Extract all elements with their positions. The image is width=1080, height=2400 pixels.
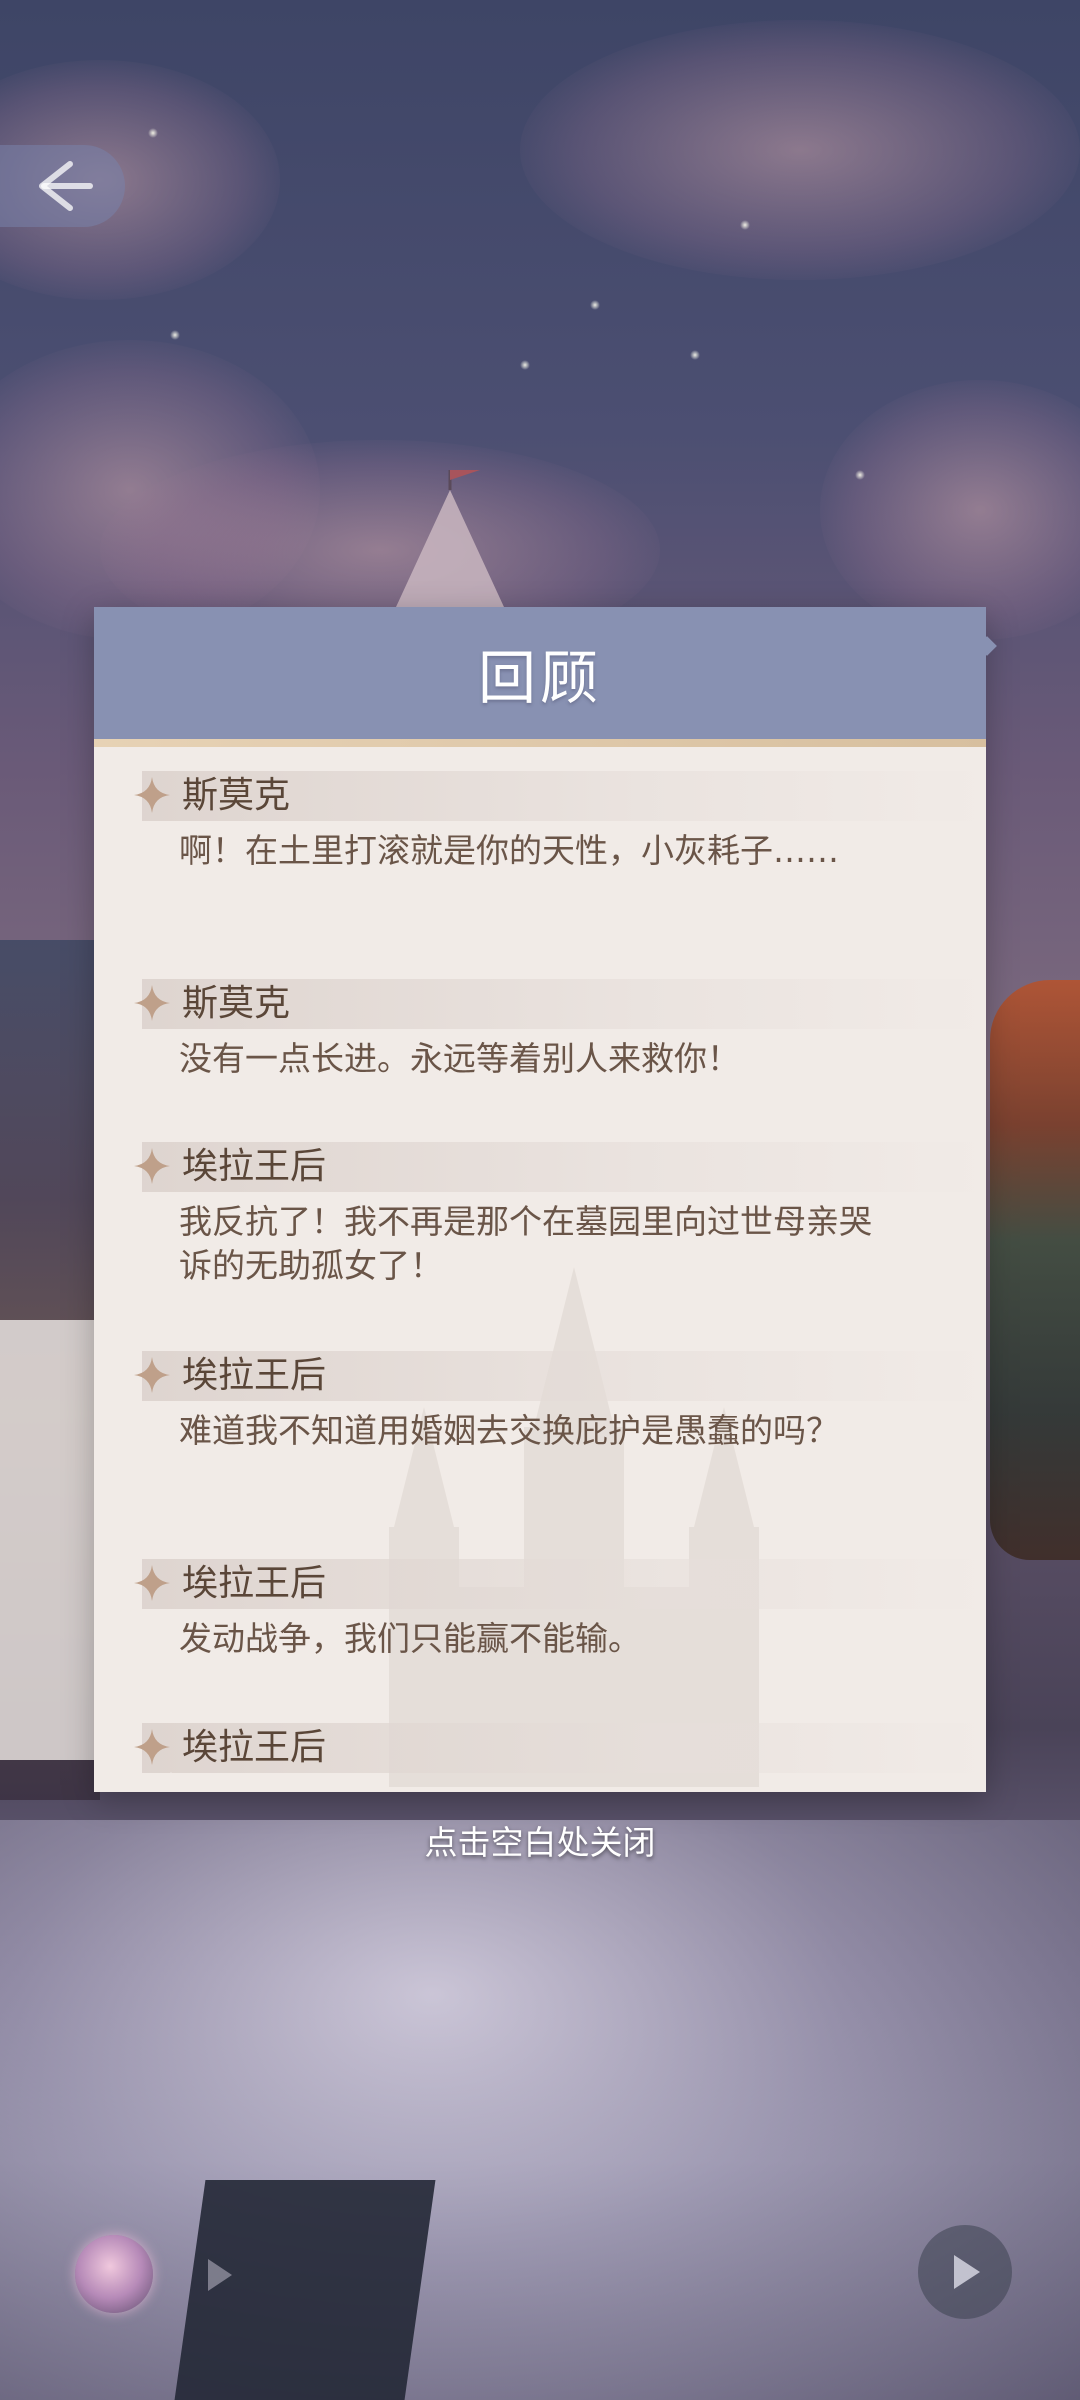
back-arrow-icon bbox=[38, 161, 93, 211]
four-point-star-icon bbox=[134, 1148, 170, 1184]
speaker-row: 斯莫克 bbox=[134, 771, 986, 821]
header-corner-ornament bbox=[977, 636, 997, 656]
snow-field-decoration bbox=[0, 1820, 1080, 2400]
speaker-name: 埃拉王后 bbox=[182, 1727, 327, 1768]
speaker-name: 斯莫克 bbox=[182, 983, 291, 1024]
dialogue-text: 我反抗了！我不再是那个在墓园里向过世母亲哭诉的无助孤女了！ bbox=[179, 1202, 872, 1285]
speaker-name: 埃拉王后 bbox=[182, 1355, 327, 1396]
play-icon bbox=[954, 2255, 980, 2289]
game-scene[interactable]: 回顾 斯莫克 啊！在土里打滚就是你的天性，小灰耗子…… 斯莫克 没有一点长进。永… bbox=[0, 0, 1080, 2400]
speaker-name: 埃拉王后 bbox=[182, 1146, 327, 1187]
dialogue-text: 没有一点长进。永远等着别人来救你！ bbox=[179, 1039, 740, 1078]
dialogue-list[interactable]: 斯莫克 啊！在土里打滚就是你的天性，小灰耗子…… 斯莫克 没有一点长进。永远等着… bbox=[94, 747, 986, 1792]
character-silhouette bbox=[990, 980, 1080, 1560]
dialogue-text: 难道我不知道用婚姻去交换庇护是愚蠢的吗？ bbox=[179, 1411, 839, 1450]
speaker-row: 斯莫克 bbox=[134, 979, 986, 1029]
avatar-button[interactable] bbox=[75, 2235, 153, 2313]
castle-tower-decoration bbox=[390, 470, 510, 620]
speaker-row: 埃拉王后 bbox=[134, 1559, 986, 1609]
speaker-name: 斯莫克 bbox=[182, 775, 291, 816]
four-point-star-icon bbox=[134, 1729, 170, 1765]
speaker-row: 埃拉王后 bbox=[134, 1142, 986, 1192]
back-button[interactable] bbox=[0, 145, 125, 227]
speaker-name: 埃拉王后 bbox=[182, 1563, 327, 1604]
speaker-row: 埃拉王后 bbox=[134, 1723, 986, 1773]
panel-title: 回顾 bbox=[477, 644, 602, 712]
dialogue-text: 发动战争，我们只能赢不能输。 bbox=[179, 1619, 641, 1658]
four-point-star-icon bbox=[134, 985, 170, 1021]
four-point-star-icon bbox=[134, 1565, 170, 1601]
castle-watermark bbox=[389, 1267, 759, 1787]
background-text-panel bbox=[0, 1320, 95, 1760]
dialogue-history-panel[interactable]: 回顾 斯莫克 啊！在土里打滚就是你的天性，小灰耗子…… 斯莫克 没有一点长进。永… bbox=[94, 607, 997, 1792]
four-point-star-icon bbox=[134, 1357, 170, 1393]
close-hint-text: 点击空白处关闭 bbox=[424, 1823, 656, 1862]
forward-icon[interactable] bbox=[198, 2253, 242, 2297]
panel-header: 回顾 bbox=[94, 607, 997, 747]
speaker-row: 埃拉王后 bbox=[134, 1351, 986, 1401]
four-point-star-icon bbox=[134, 777, 170, 813]
dialogue-text: 啊！在土里打滚就是你的天性，小灰耗子…… bbox=[179, 831, 839, 870]
auto-play-button[interactable] bbox=[918, 2225, 1012, 2319]
